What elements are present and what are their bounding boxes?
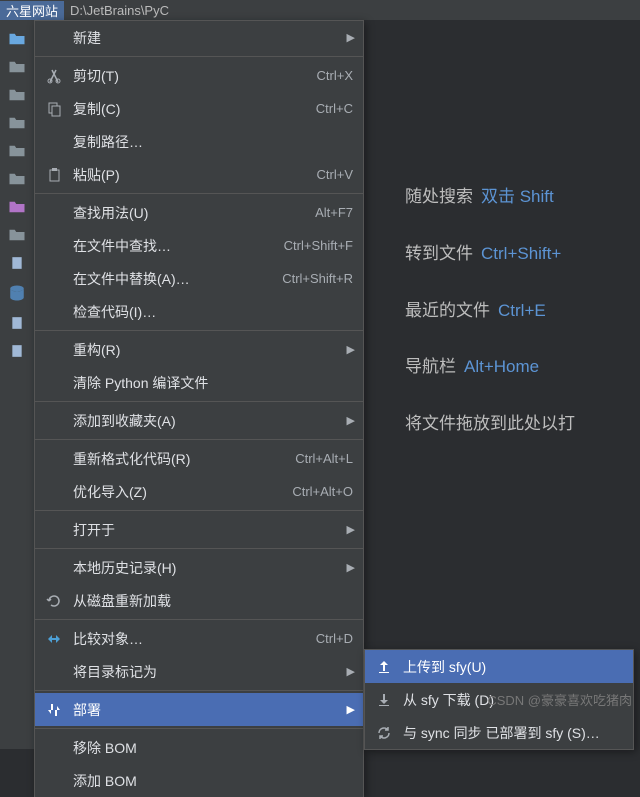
hint-recent-files: 最近的文件Ctrl+E bbox=[405, 299, 575, 323]
menu-find-in-files[interactable]: 在文件中查找…Ctrl+Shift+F bbox=[35, 229, 363, 262]
menu-separator bbox=[35, 330, 363, 331]
toolbar-project-label[interactable]: 六星网站 bbox=[0, 1, 64, 20]
menu-separator bbox=[35, 619, 363, 620]
folder-icon[interactable] bbox=[8, 60, 26, 74]
copy-icon bbox=[45, 101, 63, 117]
folder-icon[interactable] bbox=[8, 116, 26, 130]
menu-open-in[interactable]: 打开于▶ bbox=[35, 513, 363, 546]
menu-compare[interactable]: 比较对象…Ctrl+D bbox=[35, 622, 363, 655]
hint-nav-bar: 导航栏Alt+Home bbox=[405, 355, 575, 379]
menu-cut[interactable]: 剪切(T)Ctrl+X bbox=[35, 59, 363, 92]
folder-icon[interactable] bbox=[8, 32, 26, 46]
file-icon[interactable] bbox=[8, 256, 26, 270]
hint-goto-file: 转到文件Ctrl+Shift+ bbox=[405, 242, 575, 266]
context-menu: 新建▶ 剪切(T)Ctrl+X 复制(C)Ctrl+C 复制路径… 粘贴(P)C… bbox=[34, 20, 364, 797]
cut-icon bbox=[45, 68, 63, 84]
compare-icon bbox=[45, 631, 63, 647]
menu-favorites[interactable]: 添加到收藏夹(A)▶ bbox=[35, 404, 363, 437]
menu-copy-path[interactable]: 复制路径… bbox=[35, 125, 363, 158]
menu-find-usages[interactable]: 查找用法(U)Alt+F7 bbox=[35, 196, 363, 229]
toolbar-path: D:\JetBrains\PyC bbox=[64, 3, 175, 18]
menu-optimize-imports[interactable]: 优化导入(Z)Ctrl+Alt+O bbox=[35, 475, 363, 508]
menu-deployment[interactable]: 部署▶ bbox=[35, 693, 363, 726]
menu-separator bbox=[35, 510, 363, 511]
menu-add-bom[interactable]: 添加 BOM bbox=[35, 764, 363, 797]
menu-local-history[interactable]: 本地历史记录(H)▶ bbox=[35, 551, 363, 584]
menu-separator bbox=[35, 401, 363, 402]
menu-clear-pyc[interactable]: 清除 Python 编译文件 bbox=[35, 366, 363, 399]
menu-separator bbox=[35, 56, 363, 57]
hint-drag-drop: 将文件拖放到此处以打 bbox=[405, 412, 575, 436]
editor-hints: 随处搜索双击 Shift 转到文件Ctrl+Shift+ 最近的文件Ctrl+E… bbox=[405, 185, 575, 436]
download-icon bbox=[375, 692, 393, 708]
menu-paste[interactable]: 粘贴(P)Ctrl+V bbox=[35, 158, 363, 191]
chevron-right-icon: ▶ bbox=[347, 561, 355, 574]
folder-icon[interactable] bbox=[8, 200, 26, 214]
menu-separator bbox=[35, 728, 363, 729]
paste-icon bbox=[45, 167, 63, 183]
sync-icon bbox=[375, 725, 393, 741]
upload-icon bbox=[375, 659, 393, 675]
menu-separator bbox=[35, 690, 363, 691]
menu-separator bbox=[35, 548, 363, 549]
watermark: CSDN @豪豪喜欢吃猪肉 bbox=[487, 690, 632, 709]
menu-reformat-code[interactable]: 重新格式化代码(R)Ctrl+Alt+L bbox=[35, 442, 363, 475]
chevron-right-icon: ▶ bbox=[347, 703, 355, 716]
chevron-right-icon: ▶ bbox=[347, 523, 355, 536]
menu-refactor[interactable]: 重构(R)▶ bbox=[35, 333, 363, 366]
project-tree-panel bbox=[0, 20, 34, 749]
reload-icon bbox=[45, 593, 63, 609]
file-icon[interactable] bbox=[8, 316, 26, 330]
chevron-right-icon: ▶ bbox=[347, 343, 355, 356]
menu-remove-bom[interactable]: 移除 BOM bbox=[35, 731, 363, 764]
chevron-right-icon: ▶ bbox=[347, 665, 355, 678]
folder-icon[interactable] bbox=[8, 88, 26, 102]
submenu-upload[interactable]: 上传到 sfy(U) bbox=[365, 650, 633, 683]
chevron-right-icon: ▶ bbox=[347, 414, 355, 427]
folder-icon[interactable] bbox=[8, 144, 26, 158]
db-icon[interactable] bbox=[8, 284, 26, 302]
folder-icon[interactable] bbox=[8, 172, 26, 186]
menu-reload-from-disk[interactable]: 从磁盘重新加载 bbox=[35, 584, 363, 617]
menu-mark-directory[interactable]: 将目录标记为▶ bbox=[35, 655, 363, 688]
toolbar: 六星网站 D:\JetBrains\PyC bbox=[0, 0, 640, 20]
chevron-right-icon: ▶ bbox=[347, 31, 355, 44]
menu-replace-in-files[interactable]: 在文件中替换(A)…Ctrl+Shift+R bbox=[35, 262, 363, 295]
menu-copy[interactable]: 复制(C)Ctrl+C bbox=[35, 92, 363, 125]
submenu-sync[interactable]: 与 sync 同步 已部署到 sfy (S)… bbox=[365, 716, 633, 749]
deployment-icon bbox=[45, 702, 63, 718]
menu-separator bbox=[35, 439, 363, 440]
folder-icon[interactable] bbox=[8, 228, 26, 242]
menu-inspect-code[interactable]: 检查代码(I)… bbox=[35, 295, 363, 328]
menu-separator bbox=[35, 193, 363, 194]
menu-new[interactable]: 新建▶ bbox=[35, 21, 363, 54]
hint-search-anywhere: 随处搜索双击 Shift bbox=[405, 185, 575, 209]
file-icon[interactable] bbox=[8, 344, 26, 358]
